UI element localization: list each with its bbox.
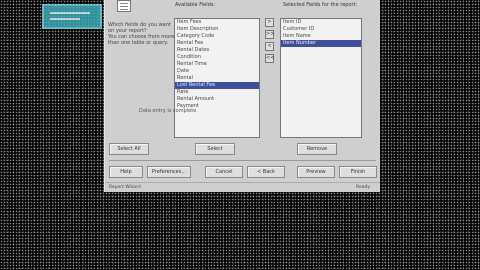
list-item[interactable]: Condition: [175, 54, 259, 61]
help-button[interactable]: Help: [109, 166, 143, 178]
remove-field-button[interactable]: <: [265, 42, 274, 51]
divider: [109, 160, 376, 161]
list-item-selected[interactable]: Item Number: [281, 40, 361, 47]
report-wizard-dialog: Which fields do you want on your report?…: [104, 0, 380, 192]
description-line: Which fields do you want on your report?: [108, 22, 171, 34]
list-item[interactable]: Rental Fee: [175, 40, 259, 47]
document-icon: [117, 0, 131, 12]
status-message: Data entry is complete: [139, 108, 197, 114]
preferences-button[interactable]: Preferences...: [147, 166, 191, 178]
remove-button[interactable]: Remove: [297, 143, 337, 155]
list-item-selected[interactable]: Lost Rental Fee: [175, 82, 259, 89]
list-item[interactable]: Rental Time: [175, 61, 259, 68]
wizard-description: Which fields do you want on your report?…: [108, 22, 176, 46]
logo-icon: [42, 4, 102, 29]
description-line: You can choose from more than one table …: [108, 34, 175, 46]
list-item[interactable]: Item ID: [281, 19, 361, 26]
list-item[interactable]: Rental: [175, 75, 259, 82]
list-item[interactable]: Item Name: [281, 33, 361, 40]
available-fields-list[interactable]: Item Fees Item Description Category Code…: [174, 18, 260, 138]
status-left: Report Wizard: [109, 185, 141, 190]
list-item[interactable]: Category Code: [175, 33, 259, 40]
add-field-button[interactable]: >: [265, 18, 274, 27]
finish-button[interactable]: Finish: [339, 166, 377, 178]
available-fields-label: Available Fields:: [175, 2, 216, 8]
status-bar: Report Wizard Ready: [105, 182, 380, 193]
list-item[interactable]: Rental Amount: [175, 96, 259, 103]
cancel-button[interactable]: Cancel: [205, 166, 243, 178]
list-item[interactable]: Item Description: [175, 26, 259, 33]
status-right: Ready: [356, 185, 370, 190]
select-button[interactable]: Select: [195, 143, 235, 155]
select-all-button[interactable]: Select All: [109, 143, 149, 155]
list-item[interactable]: Rental Dates: [175, 47, 259, 54]
preview-button[interactable]: Preview: [297, 166, 335, 178]
remove-all-fields-button[interactable]: <<: [265, 54, 274, 63]
list-item[interactable]: Date: [175, 68, 259, 75]
back-button[interactable]: < Back: [247, 166, 285, 178]
selected-fields-list[interactable]: Item ID Customer ID Item Name Item Numbe…: [280, 18, 362, 138]
list-item[interactable]: Customer ID: [281, 26, 361, 33]
list-item[interactable]: Item Fees: [175, 19, 259, 26]
list-item[interactable]: Rate: [175, 89, 259, 96]
add-all-fields-button[interactable]: >>: [265, 30, 274, 39]
selected-fields-label: Selected Fields for the report:: [283, 2, 358, 8]
